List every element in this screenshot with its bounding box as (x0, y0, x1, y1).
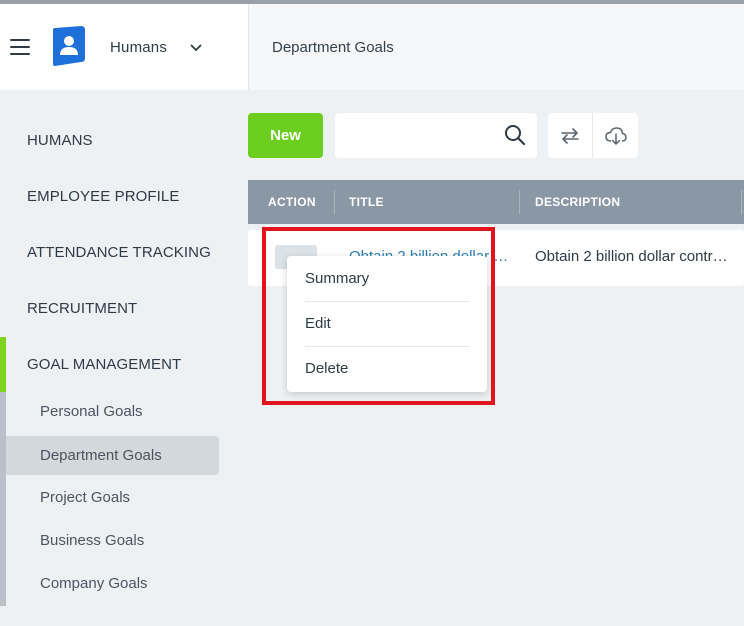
table-header: ACTION TITLE DESCRIPTION (248, 180, 744, 224)
page-header: Department Goals (248, 4, 744, 90)
column-divider (741, 190, 742, 214)
active-section-indicator (0, 337, 6, 392)
column-header-description[interactable]: DESCRIPTION (535, 180, 620, 224)
search-input[interactable] (345, 123, 495, 148)
app-header: Humans (0, 4, 248, 90)
sync-icon (561, 127, 579, 144)
new-button[interactable]: New (248, 113, 323, 158)
sidebar-subitem-company-goals[interactable]: Company Goals (6, 564, 219, 603)
sync-button[interactable] (548, 113, 593, 158)
sidebar-item-goal-management[interactable]: GOAL MANAGEMENT (27, 356, 181, 373)
column-divider (334, 190, 335, 214)
sidebar-item-employee-profile[interactable]: EMPLOYEE PROFILE (27, 188, 179, 205)
column-header-action[interactable]: ACTION (268, 180, 316, 224)
column-header-title[interactable]: TITLE (349, 180, 384, 224)
page-title: Department Goals (272, 39, 394, 56)
app-logo-icon (53, 26, 85, 66)
annotation-highlight-box (262, 227, 495, 405)
sidebar-subitem-project-goals[interactable]: Project Goals (6, 478, 219, 517)
row-description: Obtain 2 billion dollar contract (535, 248, 730, 265)
search-icon[interactable] (504, 124, 526, 146)
column-divider (519, 190, 520, 214)
sidebar-item-recruitment[interactable]: RECRUITMENT (27, 300, 137, 317)
chevron-down-icon[interactable] (190, 44, 202, 52)
sidebar-subitem-department-goals[interactable]: Department Goals (6, 436, 219, 475)
toolbar-actions (548, 113, 638, 158)
app-switcher-label[interactable]: Humans (110, 39, 167, 56)
sidebar-subitem-personal-goals[interactable]: Personal Goals (6, 392, 219, 431)
hamburger-menu-icon[interactable] (10, 38, 30, 56)
sidebar-item-attendance-tracking[interactable]: ATTENDANCE TRACKING (27, 244, 211, 261)
download-button[interactable] (593, 113, 638, 158)
sidebar: HUMANS EMPLOYEE PROFILE ATTENDANCE TRACK… (0, 90, 248, 626)
sidebar-subitem-business-goals[interactable]: Business Goals (6, 521, 219, 560)
search-box (335, 113, 537, 158)
sidebar-item-humans[interactable]: HUMANS (27, 132, 93, 149)
cloud-download-icon (604, 126, 627, 145)
